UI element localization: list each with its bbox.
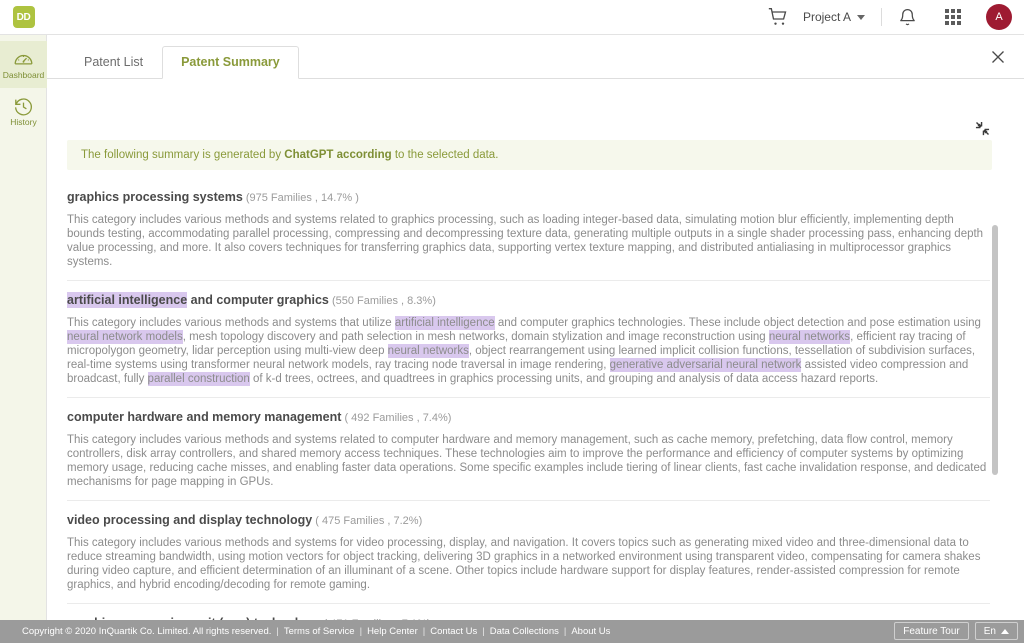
footer-link[interactable]: Terms of Service: [284, 626, 355, 637]
text-run: and computer graphics: [187, 293, 329, 308]
highlighted-term: neural network models: [67, 330, 183, 345]
summary-notice: The following summary is generated by Ch…: [67, 140, 992, 170]
highlighted-term: artificial intelligence: [394, 316, 495, 331]
highlighted-term: parallel construction: [147, 372, 250, 387]
project-label: Project A: [802, 10, 851, 24]
tab-bar: Patent List Patent Summary: [47, 44, 1024, 79]
text-run: This category includes various methods a…: [67, 537, 981, 592]
sidebar-item-label: History: [10, 117, 37, 128]
text-run: and computer graphics technologies. Thes…: [494, 317, 981, 330]
text-run: This category includes various methods a…: [67, 317, 395, 330]
highlighted-term: artificial intelligence: [67, 292, 188, 309]
sidebar-item-dashboard[interactable]: Dashboard: [0, 41, 47, 88]
chevron-up-icon: [1001, 628, 1009, 634]
text-run: graphics processing systems: [67, 190, 243, 204]
section-family-count: ( 475 Families , 7.2%): [312, 515, 423, 528]
summary-section: artificial intelligence and computer gra…: [67, 281, 990, 399]
footer-links: | Terms of Service | Help Center | Contact Us…: [271, 626, 610, 637]
section-body: This category includes various methods a…: [67, 433, 990, 489]
collapse-arrows-icon[interactable]: [972, 118, 992, 138]
shopping-cart-icon[interactable]: [759, 0, 797, 35]
chevron-down-icon: [857, 14, 865, 20]
text-run: video processing and display technology: [67, 513, 313, 528]
logo-text: DD: [12, 6, 35, 28]
history-clock-icon: [14, 98, 32, 116]
notice-suffix: to the selected data.: [391, 149, 499, 161]
section-title: artificial intelligence and computer gra…: [67, 292, 990, 309]
sidebar: Dashboard History: [0, 35, 47, 620]
footer-copyright: Copyright © 2020 InQuartik Co. Limited. …: [22, 626, 272, 637]
notice-prefix: The following summary is generated by: [81, 149, 285, 161]
avatar-initial: A: [995, 11, 1003, 23]
language-selector[interactable]: En: [974, 622, 1018, 640]
bell-icon[interactable]: [884, 0, 930, 35]
highlighted-term: neural networks: [387, 344, 469, 359]
avatar[interactable]: A: [986, 4, 1012, 30]
tab-patent-list[interactable]: Patent List: [65, 46, 162, 78]
footer-separator: |: [482, 626, 485, 637]
footer-separator: |: [276, 626, 279, 637]
main-panel: Patent List Patent Summary The following…: [47, 35, 1024, 620]
footer-separator: |: [563, 626, 567, 637]
vertical-scrollbar[interactable]: [992, 225, 998, 475]
text-run: computer hardware and memory management: [67, 410, 342, 425]
sidebar-item-history[interactable]: History: [0, 88, 47, 135]
feature-tour-label: Feature Tour: [903, 625, 960, 637]
summary-sections: graphics processing systems (975 Familie…: [67, 178, 990, 620]
footer-actions: Feature Tour En: [894, 622, 1018, 640]
section-body: This category includes various methods a…: [67, 213, 990, 269]
apps-grid-icon[interactable]: [930, 0, 976, 35]
highlighted-term: generative adversarial neural network: [609, 358, 802, 373]
language-label: En: [983, 625, 996, 637]
divider: [881, 8, 882, 26]
grid-dots: [945, 9, 961, 25]
section-title: graphics processing systems (975 Familie…: [67, 190, 990, 204]
footer-link[interactable]: Help Center: [367, 626, 418, 637]
app-logo[interactable]: DD: [0, 6, 47, 28]
topbar-actions: Project A A: [759, 0, 1024, 35]
summary-content[interactable]: graphics processing systems (975 Familie…: [67, 178, 1004, 620]
tab-patent-summary[interactable]: Patent Summary: [162, 46, 299, 79]
footer-link[interactable]: Data Collections: [490, 626, 559, 637]
footer-separator: |: [422, 626, 426, 637]
notice-bold: ChatGPT according: [284, 149, 392, 161]
feature-tour-button[interactable]: Feature Tour: [894, 622, 969, 640]
section-title: video processing and display technology …: [67, 513, 990, 527]
project-selector[interactable]: Project A: [797, 0, 879, 35]
text-run: This category includes various methods a…: [67, 214, 984, 269]
text-run: This category includes various methods a…: [67, 434, 987, 489]
footer-bar: Copyright © 2020 InQuartik Co. Limited. …: [0, 620, 1024, 643]
dashboard-gauge-icon: [14, 55, 33, 65]
highlighted-term: neural networks: [768, 330, 851, 345]
section-body: This category includes various methods a…: [67, 536, 990, 592]
sidebar-item-label: Dashboard: [2, 70, 45, 81]
section-family-count: (550 Families , 8.3%): [328, 295, 436, 308]
summary-section: graphics processing unit (gpu) technolog…: [67, 604, 990, 620]
footer-link[interactable]: Contact Us: [430, 626, 477, 637]
footer-link[interactable]: About Us: [571, 626, 610, 637]
text-run: , mesh topology discovery and path selec…: [182, 331, 769, 344]
summary-section: graphics processing systems (975 Familie…: [67, 178, 990, 282]
section-family-count: ( 492 Families , 7.4%): [341, 412, 452, 425]
section-body: This category includes various methods a…: [67, 316, 990, 387]
section-family-count: (975 Families , 14.7% ): [242, 192, 359, 204]
footer-separator: |: [359, 626, 363, 637]
section-title: computer hardware and memory management …: [67, 410, 990, 424]
summary-section: computer hardware and memory management …: [67, 398, 990, 502]
text-run: of k-d trees, octrees, and quadtrees in …: [249, 373, 879, 386]
summary-section: video processing and display technology …: [67, 501, 990, 605]
top-bar: DD Project A A: [0, 0, 1024, 35]
